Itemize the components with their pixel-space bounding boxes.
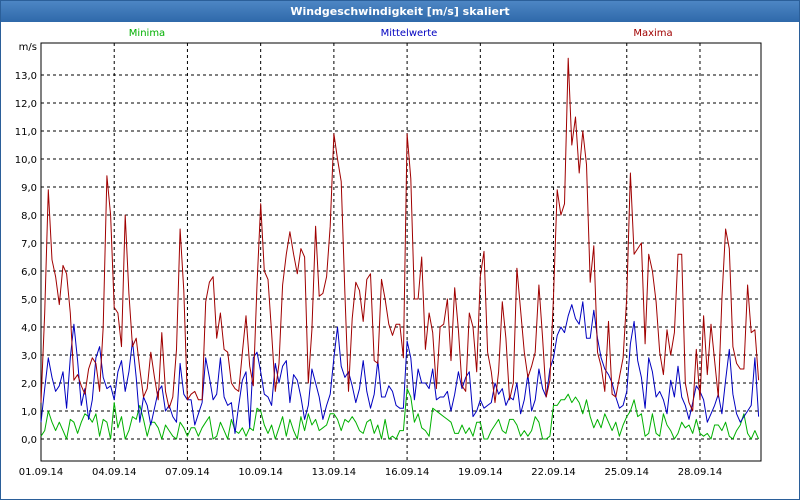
legend-minima: Minima — [129, 28, 165, 39]
x-tick-label: 13.09.14 — [312, 467, 357, 478]
y-tick-label: 12,0 — [15, 99, 37, 110]
x-tick-label: 10.09.14 — [238, 467, 283, 478]
plot-area — [40, 42, 762, 462]
y-tick-label: 7,0 — [21, 239, 37, 250]
y-tick-label: 4,0 — [21, 323, 37, 334]
wind-speed-chart: Minima Mittelwerte Maxima m/s 0,0 1,0 2,0 3… — [15, 28, 762, 478]
y-tick-label: 0,0 — [21, 435, 37, 446]
x-tick-label: 07.09.14 — [165, 467, 210, 478]
chart-window: Windgeschwindigkeit [m/s] skaliert Minim… — [0, 0, 800, 500]
y-tick-label: 13,0 — [15, 71, 37, 82]
y-tick-label: 1,0 — [21, 407, 37, 418]
legend-maxima: Maxima — [633, 28, 672, 39]
x-tick-label: 22.09.14 — [531, 467, 576, 478]
y-tick-label: 10,0 — [15, 155, 37, 166]
x-tick-label: 01.09.14 — [19, 467, 64, 478]
x-tick-label: 16.09.14 — [385, 467, 430, 478]
y-axis-unit-label: m/s — [19, 42, 37, 53]
y-tick-label: 11,0 — [15, 127, 37, 138]
x-tick-label: 04.09.14 — [92, 467, 137, 478]
window-title: Windgeschwindigkeit [m/s] skaliert — [1, 1, 799, 22]
y-tick-label: 6,0 — [21, 267, 37, 278]
y-tick-labels: 0,0 1,0 2,0 3,0 4,0 5,0 6,0 7,0 8,0 9,0 10,0 11,0 12… — [15, 71, 37, 446]
x-tick-label: 28.09.14 — [678, 467, 723, 478]
y-tick-label: 2,0 — [21, 379, 37, 390]
y-tick-label: 8,0 — [21, 211, 37, 222]
y-tick-label: 9,0 — [21, 183, 37, 194]
y-tick-label: 5,0 — [21, 295, 37, 306]
y-tick-label: 3,0 — [21, 351, 37, 362]
x-tick-label: 19.09.14 — [458, 467, 503, 478]
x-tick-labels: 01.09.14 04.09.14 07.09.14 10.09.14 13.09.14… — [19, 467, 723, 478]
legend-mittelwerte: Mittelwerte — [381, 28, 438, 39]
x-tick-label: 25.09.14 — [604, 467, 649, 478]
